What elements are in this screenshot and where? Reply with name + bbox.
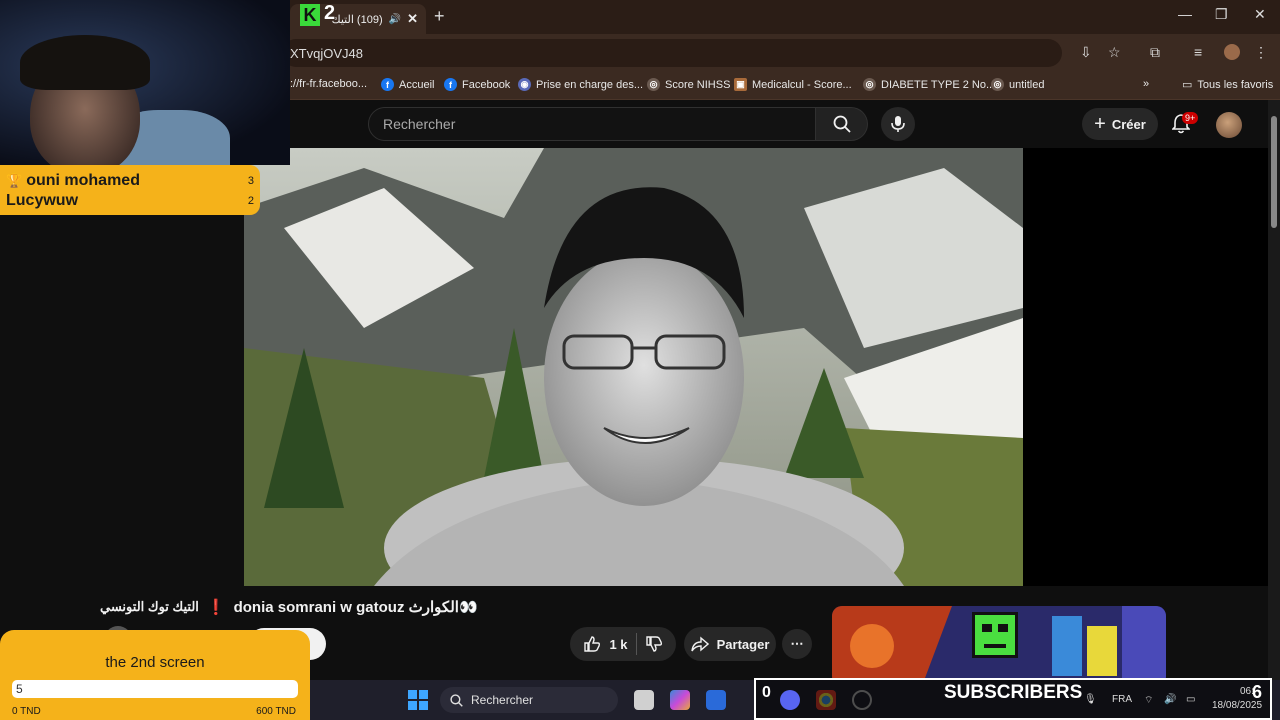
media-control-icon[interactable]: ≡ <box>1194 44 1202 60</box>
folder-icon: ▭ <box>1182 79 1193 91</box>
goal-value: 5 <box>16 682 23 696</box>
plus-icon: + <box>1094 112 1106 135</box>
screen: (109) التيك توك التونسي 🔊 ✕ + — ❐ ✕ XTvq… <box>0 0 1280 720</box>
browser-profile-avatar[interactable] <box>1224 44 1240 60</box>
goal-min: 0 TND <box>12 706 41 717</box>
like-count[interactable]: 1 k <box>609 637 627 652</box>
browser-menu-icon[interactable]: ⋮ <box>1254 44 1268 61</box>
store-icon[interactable] <box>706 690 726 710</box>
bookmark-item[interactable]: f Accueil <box>381 78 434 91</box>
video-title: donia somrani w gatouz الكوارث👀 <box>233 599 478 616</box>
tab-close-icon[interactable]: ✕ <box>407 11 418 27</box>
close-window-button[interactable]: ✕ <box>1254 6 1266 23</box>
bookmark-item[interactable]: ◎ Score NIHSS <box>647 78 730 91</box>
exclamation-icon: ❗ <box>206 599 226 616</box>
video-frame <box>244 148 1023 586</box>
all-bookmarks-button[interactable]: ▭ Tous les favoris <box>1182 78 1273 92</box>
maximize-button[interactable]: ❐ <box>1215 6 1228 23</box>
network-icon[interactable]: ⌔ <box>1144 694 1153 707</box>
thumbs-down-icon[interactable] <box>645 635 663 653</box>
globe-icon: ◎ <box>863 78 876 91</box>
bookmark-item[interactable]: ◎ DIABETE TYPE 2 No... <box>863 78 995 91</box>
url-text: XTvqjOVJ48 <box>290 45 363 61</box>
clock-date[interactable]: 18/08/2025 <box>1212 700 1262 711</box>
divider <box>635 633 637 655</box>
account-avatar[interactable] <box>1216 112 1242 138</box>
bookmark-item[interactable]: f Facebook <box>444 78 510 91</box>
like-dislike-group: 1 k <box>570 627 676 661</box>
scrollbar-thumb[interactable] <box>1271 116 1277 228</box>
new-tab-button[interactable]: + <box>434 6 445 27</box>
install-app-icon[interactable]: ⇩ <box>1080 44 1092 61</box>
cube-eye <box>998 624 1008 632</box>
cube-mouth <box>984 644 1006 648</box>
recommended-video-thumbnail[interactable] <box>832 606 1166 686</box>
bookmark-item[interactable]: ▣ Medicalcul - Score... <box>734 78 852 91</box>
video-side-area <box>1023 148 1268 586</box>
goal-max: 600 TND <box>256 706 296 717</box>
channel-name[interactable]: التيك توك التونسي <box>100 599 199 615</box>
more-actions-button[interactable]: ⋯ <box>782 629 812 659</box>
goal-progress-bar: 5 <box>12 680 298 698</box>
microphone-tray-icon[interactable]: 🎙 <box>1084 694 1097 705</box>
subscribers-label: SUBSCRIBERS <box>944 682 1083 703</box>
geometry-dash-cube <box>972 612 1018 658</box>
address-bar[interactable]: XTvqjOVJ48 <box>282 39 1062 67</box>
discord-icon[interactable] <box>780 690 800 710</box>
share-icon <box>690 636 709 652</box>
webcam-overlay <box>0 0 290 165</box>
search-icon <box>833 115 851 133</box>
trophy-icon: 🏆 <box>6 173 23 188</box>
task-view-icon[interactable] <box>634 690 654 710</box>
bookmarks-overflow-button[interactable]: » <box>1143 78 1149 90</box>
clock-time[interactable]: 06: <box>1240 686 1254 697</box>
gift-leaderboard: 🏆 ouni mohamed 3 Lucywuw 2 <box>0 165 260 215</box>
search-icon <box>450 693 463 707</box>
globe-icon: ◎ <box>991 78 1004 91</box>
battery-icon[interactable]: ▭ <box>1186 694 1195 705</box>
bookmark-star-icon[interactable]: ☆ <box>1108 44 1121 61</box>
bookmark-item[interactable]: ◉ Prise en charge des... <box>518 78 643 91</box>
speaker-icon[interactable]: 🔊 <box>389 14 401 25</box>
search-button[interactable] <box>816 107 868 141</box>
leaderboard-row: Lucywuw 2 <box>6 192 254 209</box>
notification-badge: 9+ <box>1182 112 1199 124</box>
goal-title: the 2nd screen <box>105 654 205 671</box>
medicalcul-icon: ▣ <box>734 78 747 91</box>
thumbs-up-icon[interactable] <box>583 635 601 653</box>
globe-icon: ◎ <box>647 78 660 91</box>
bookmark-item[interactable]: ◎ untitled <box>991 78 1044 91</box>
more-icon: ⋯ <box>790 636 804 651</box>
create-button[interactable]: + Créer <box>1082 108 1158 140</box>
extensions-icon[interactable]: ⧉ <box>1150 44 1160 61</box>
facebook-icon: f <box>444 78 457 91</box>
share-button[interactable]: Partager <box>684 627 776 661</box>
cube-eye <box>982 624 992 632</box>
leaderboard-row: 🏆 ouni mohamed 3 <box>6 172 254 189</box>
globe-icon: ◉ <box>518 78 531 91</box>
minimize-button[interactable]: — <box>1178 6 1192 22</box>
k-logo: K <box>300 4 320 26</box>
webcam-person-hair <box>20 35 150 90</box>
copilot-icon[interactable] <box>670 690 690 710</box>
k-count: 2 <box>324 2 336 24</box>
search-input[interactable]: Rechercher <box>368 107 816 141</box>
language-indicator[interactable]: FRA <box>1112 694 1132 705</box>
video-player[interactable] <box>244 148 1023 586</box>
bookmark-item[interactable]: ://fr-fr.faceboo... <box>290 78 367 90</box>
taskbar-search[interactable]: Rechercher <box>440 687 618 713</box>
tab-title: (109) التيك توك التونسي <box>330 13 383 26</box>
volume-icon[interactable]: 🔊 <box>1164 694 1176 705</box>
voice-search-button[interactable] <box>881 107 915 141</box>
facebook-icon: f <box>381 78 394 91</box>
windows-start-icon[interactable] <box>408 690 428 710</box>
donation-goal-widget: the 2nd screen 5 0 TND 600 TND <box>0 630 310 720</box>
microphone-icon <box>891 116 905 132</box>
subscribers-prefix: 0 <box>762 684 771 701</box>
video-title-row: التيك توك التونسي ❗ donia somrani w gato… <box>100 598 478 616</box>
